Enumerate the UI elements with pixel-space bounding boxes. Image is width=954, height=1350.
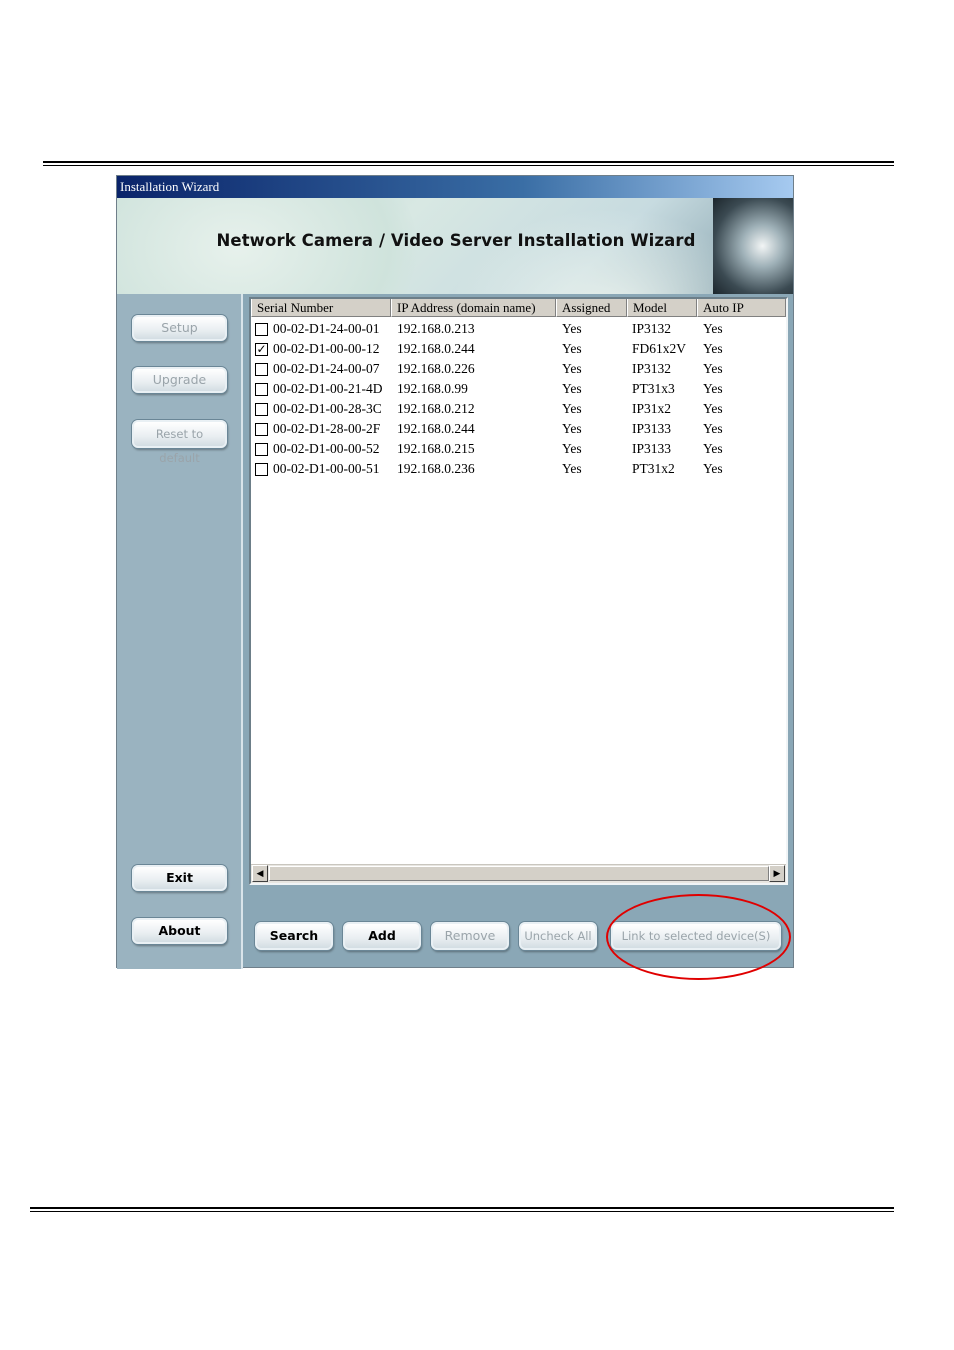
column-header-assigned[interactable]: Assigned [556,299,627,317]
table-row[interactable]: 00-02-D1-24-00-07 192.168.0.226 Yes IP3132 Y… [251,359,786,379]
cell-assigned: Yes [562,381,582,396]
row-checkbox[interactable] [255,423,268,436]
add-button[interactable]: Add [343,922,421,950]
window-titlebar[interactable]: Installation Wizard [117,176,793,198]
highlight-ellipse [606,894,791,980]
cell-assigned: Yes [562,361,582,376]
cell-assigned: Yes [562,341,582,356]
column-header-model[interactable]: Model [627,299,697,317]
table-row[interactable]: 00-02-D1-28-00-2F 192.168.0.244 Yes IP3133 Y… [251,419,786,439]
cell-ip: 192.168.0.244 [397,421,475,436]
cell-model: IP3132 [632,361,672,376]
installation-wizard-window: Installation Wizard Network Camera / Vid… [116,175,794,969]
scroll-left-icon[interactable]: ◀ [252,865,268,882]
setup-button[interactable]: Setup [132,315,227,341]
banner-title: Network Camera / Video Server Installati… [216,231,696,250]
cell-ip: 192.168.0.236 [397,461,475,476]
cell-auto-ip: Yes [703,381,723,396]
cell-model: PT31x3 [632,381,675,396]
cell-auto-ip: Yes [703,341,723,356]
column-header-serial[interactable]: Serial Number [251,299,391,317]
exit-button[interactable]: Exit [132,865,227,891]
cell-serial: 00-02-D1-00-21-4D [273,381,383,396]
cell-serial: 00-02-D1-24-00-01 [273,321,380,336]
table-row[interactable]: 00-02-D1-00-28-3C 192.168.0.212 Yes IP31x2 Y… [251,399,786,419]
cell-auto-ip: Yes [703,401,723,416]
cell-assigned: Yes [562,441,582,456]
cell-model: IP3132 [632,321,672,336]
table-row[interactable]: ✓ 00-02-D1-00-00-12 192.168.0.244 Yes FD61x2… [251,339,786,359]
cell-ip: 192.168.0.99 [397,381,468,396]
row-checkbox[interactable] [255,363,268,376]
cell-model: FD61x2V [632,341,687,356]
scroll-thumb[interactable] [269,866,769,881]
remove-button[interactable]: Remove [431,922,509,950]
sidebar: Setup Upgrade Reset to default Exit Abou… [117,294,243,969]
table-row[interactable]: 00-02-D1-00-00-51 192.168.0.236 Yes PT31x2 Y… [251,459,786,479]
table-row[interactable]: 00-02-D1-24-00-01 192.168.0.213 Yes IP3132 Y… [251,319,786,339]
cell-auto-ip: Yes [703,321,723,336]
cell-serial: 00-02-D1-28-00-2F [273,421,381,436]
cell-serial: 00-02-D1-00-00-12 [273,341,380,356]
column-header-ip[interactable]: IP Address (domain name) [391,299,556,317]
row-checkbox[interactable] [255,443,268,456]
cell-ip: 192.168.0.215 [397,441,475,456]
row-checkbox[interactable] [255,463,268,476]
cell-auto-ip: Yes [703,461,723,476]
bottom-rule [30,1207,894,1212]
cell-serial: 00-02-D1-00-00-51 [273,461,380,476]
cell-ip: 192.168.0.213 [397,321,475,336]
cell-assigned: Yes [562,401,582,416]
horizontal-scrollbar[interactable]: ◀ ▶ [251,864,786,883]
row-checkbox[interactable]: ✓ [255,343,268,356]
cell-model: IP3133 [632,421,672,436]
cell-ip: 192.168.0.212 [397,401,475,416]
cell-serial: 00-02-D1-00-00-52 [273,441,380,456]
table-row[interactable]: 00-02-D1-00-21-4D 192.168.0.99 Yes PT31x3 Ye… [251,379,786,399]
upgrade-button[interactable]: Upgrade [132,367,227,393]
cell-model: PT31x2 [632,461,675,476]
column-header-auto-ip[interactable]: Auto IP [697,299,786,317]
cell-serial: 00-02-D1-00-28-3C [273,401,382,416]
uncheck-all-button[interactable]: Uncheck All [519,922,597,950]
about-button[interactable]: About [132,918,227,944]
reset-to-default-button[interactable]: Reset to default [132,420,227,465]
row-checkbox[interactable] [255,383,268,396]
row-checkbox[interactable] [255,403,268,416]
cell-assigned: Yes [562,461,582,476]
cell-assigned: Yes [562,421,582,436]
cell-model: IP3133 [632,441,672,456]
cell-auto-ip: Yes [703,361,723,376]
cell-auto-ip: Yes [703,441,723,456]
scroll-right-icon[interactable]: ▶ [769,865,785,882]
table-row[interactable]: 00-02-D1-00-00-52 192.168.0.215 Yes IP3133 Y… [251,439,786,459]
cell-ip: 192.168.0.244 [397,341,475,356]
cell-serial: 00-02-D1-24-00-07 [273,361,380,376]
top-rule [43,161,894,166]
row-checkbox[interactable] [255,323,268,336]
banner: Network Camera / Video Server Installati… [117,198,793,294]
list-header: Serial Number IP Address (domain name) A… [251,299,786,317]
search-button[interactable]: Search [255,922,333,950]
cell-ip: 192.168.0.226 [397,361,475,376]
device-list[interactable]: Serial Number IP Address (domain name) A… [249,297,788,885]
cell-model: IP31x2 [632,401,672,416]
cell-auto-ip: Yes [703,421,723,436]
cell-assigned: Yes [562,321,582,336]
